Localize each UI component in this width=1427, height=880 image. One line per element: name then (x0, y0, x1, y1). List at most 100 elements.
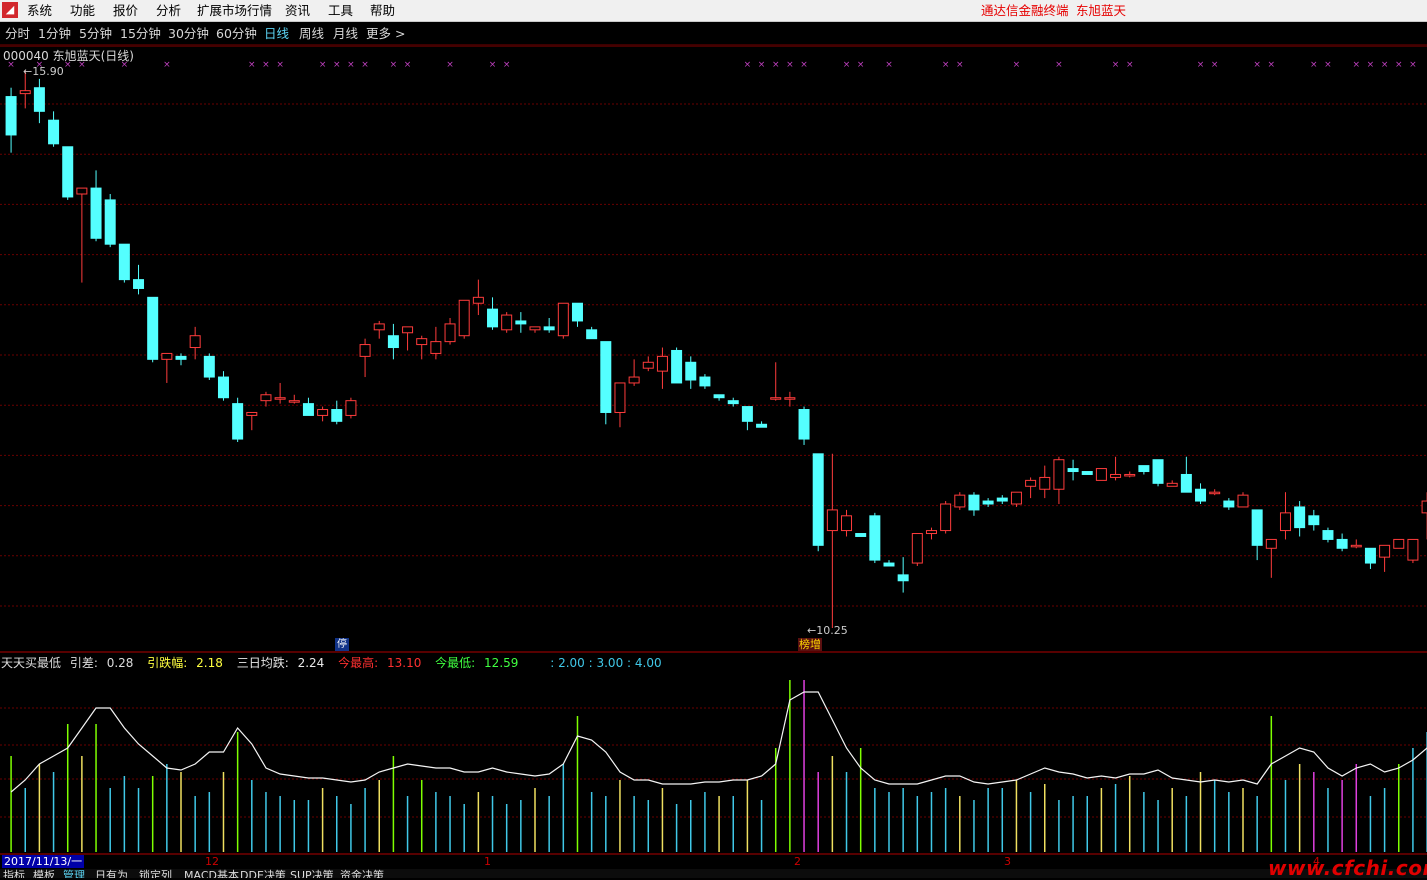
candle-body (345, 400, 357, 416)
candle-body (1010, 491, 1022, 505)
candle-body (19, 90, 31, 95)
jinzuidi-label: 今最低: 12.59 (435, 656, 519, 670)
signal-marker: × (489, 60, 497, 70)
signal-marker: × (390, 60, 398, 70)
candle-body (5, 96, 17, 136)
signal-marker: × (276, 60, 284, 70)
candle-body (90, 187, 102, 239)
candle-body (402, 326, 414, 334)
ranking-tag[interactable]: 榜增 (798, 638, 822, 651)
chart-title: 000040 东旭蓝天(日线) (3, 49, 134, 63)
month-mark: 3 (1004, 855, 1011, 868)
signal-marker: × (956, 60, 964, 70)
candle-body (968, 494, 980, 511)
tab-fund[interactable]: 资金决策 (340, 870, 384, 879)
candle-body (1265, 538, 1277, 549)
signal-marker: × (1381, 60, 1389, 70)
yincha-label: 引差: 0.28 (69, 656, 134, 670)
candle-body (727, 400, 739, 405)
signal-marker: × (333, 60, 341, 70)
candle-body (515, 320, 527, 325)
candle-body (1393, 538, 1405, 549)
candle-body (246, 411, 258, 416)
candle-body (203, 355, 215, 378)
indicator-name[interactable]: 天天买最低 (1, 656, 61, 670)
signal-marker: × (772, 60, 780, 70)
candle-body (175, 355, 187, 360)
signal-marker: × (1395, 60, 1403, 70)
sanri-label: 三日均跌: 2.24 (236, 656, 325, 670)
candle-body (543, 326, 555, 331)
candle-body (812, 453, 824, 546)
candle-body (1251, 509, 1263, 546)
candle-body (996, 497, 1008, 502)
candle-body (189, 335, 201, 349)
candle-body (855, 533, 867, 537)
candle-body (1124, 473, 1136, 477)
candle-body (770, 397, 782, 400)
signal-marker: × (446, 60, 454, 70)
tab-riyouwei[interactable]: 日有为 (95, 870, 128, 879)
candle-body (699, 376, 711, 387)
tab-dde[interactable]: DDE决策 (240, 870, 286, 879)
month-mark: 1 (484, 855, 491, 868)
candle-body (1180, 473, 1192, 493)
candle-body (940, 503, 952, 532)
candle-body (147, 296, 159, 360)
signal-marker: × (1367, 60, 1375, 70)
candle-body (756, 423, 768, 428)
bottom-tab-bar: 指标 模板 管理 日有为 锁定列 MACD基本 DDE决策 SUP决策 资金决策 (0, 869, 1427, 878)
candle-body (841, 515, 853, 532)
candle-body (288, 400, 300, 403)
candle-body (133, 279, 145, 289)
candle-body (1421, 500, 1427, 514)
suspension-tag[interactable]: 停 (335, 638, 349, 651)
candle-body (1025, 479, 1037, 487)
tab-sup[interactable]: SUP决策 (290, 870, 334, 879)
tab-template[interactable]: 模板 (33, 870, 55, 879)
candle-body (317, 409, 329, 416)
signal-marker: × (843, 60, 851, 70)
signal-marker: × (800, 60, 808, 70)
candle-body (600, 341, 612, 413)
signal-marker: × (758, 60, 766, 70)
candle-body (656, 355, 668, 372)
indicator-header: 天天买最低 引差: 0.28 引跌幅: 2.18 三日均跌: 2.24 今最高:… (1, 654, 667, 671)
candle-body (614, 382, 626, 413)
tab-indicator[interactable]: 指标 (3, 870, 25, 879)
candle-body (387, 335, 399, 349)
kline-chart[interactable]: × × × × × × × × × × × × × × × × × × × × × × × × × × × × × × × × × × × × × × × ×… (0, 0, 1427, 878)
candle-body (642, 361, 654, 369)
tab-lock-column[interactable]: 锁定列 (139, 870, 172, 879)
candle-body (232, 403, 244, 440)
yindiefu-label: 引跌幅: 2.18 (147, 656, 223, 670)
candle-body (161, 352, 173, 360)
candle-body (1237, 494, 1249, 508)
signal-marker: × (163, 60, 171, 70)
candle-body (1322, 530, 1334, 540)
candle-body (1350, 544, 1362, 548)
candle-body (1067, 468, 1079, 473)
candle-body (104, 199, 116, 245)
candle-body (48, 119, 60, 145)
signal-marker: × (1112, 60, 1120, 70)
candle-body (472, 296, 484, 304)
candle-body (430, 341, 442, 354)
high-price-label: ←15.90 (23, 65, 64, 78)
tab-manage[interactable]: 管理 (63, 870, 85, 879)
candle-body (557, 302, 569, 337)
signal-marker: × (885, 60, 893, 70)
tab-macd[interactable]: MACD基本 (184, 870, 239, 879)
candle-body (1364, 547, 1376, 564)
signal-marker: × (404, 60, 412, 70)
candle-body (33, 87, 45, 112)
candle-body (487, 308, 499, 328)
date-cursor-label: 2017/11/13/一 (2, 855, 85, 868)
candle-body (982, 500, 994, 505)
signal-marker: × (1055, 60, 1063, 70)
candle-body (458, 299, 470, 337)
signal-marker: × (1353, 60, 1361, 70)
signal-marker: × (361, 60, 369, 70)
candle-body (373, 323, 385, 331)
indicator-levels: : 2.00 : 3.00 : 4.00 (550, 656, 662, 670)
